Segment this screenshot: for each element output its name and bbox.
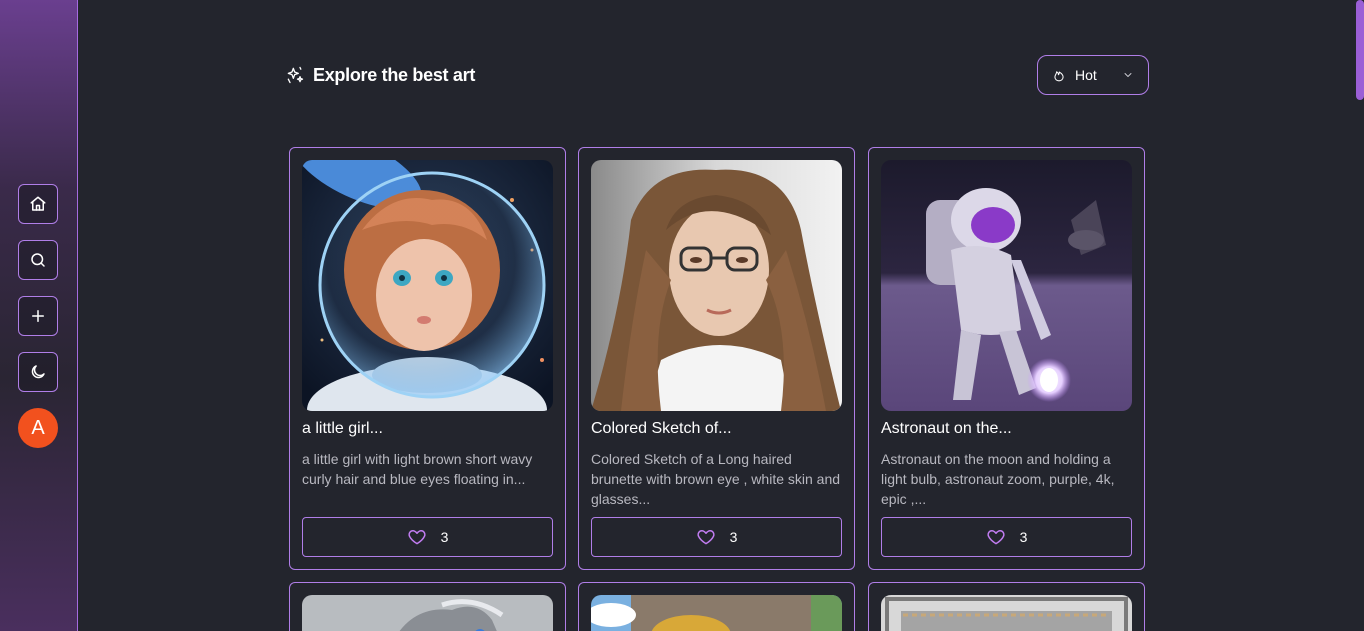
avatar[interactable]: A: [18, 408, 58, 448]
card-description: Colored Sketch of a Long haired brunette…: [591, 451, 841, 507]
like-count: 3: [729, 529, 738, 545]
heart-icon: [697, 530, 715, 545]
art-card[interactable]: [868, 582, 1145, 631]
art-image[interactable]: [881, 595, 1132, 631]
card-description: Astronaut on the moon and holding a ligh…: [881, 451, 1115, 507]
sidebar-item-create[interactable]: [18, 296, 58, 336]
search-icon: [31, 253, 45, 267]
like-count: 3: [440, 529, 449, 545]
chevron-down-icon: [1122, 69, 1134, 81]
art-image[interactable]: [302, 595, 553, 631]
home-icon: [30, 196, 46, 211]
heart-icon: [987, 530, 1005, 545]
page-title-text: Explore the best art: [313, 64, 476, 85]
heart-icon: [408, 530, 426, 545]
like-button[interactable]: 3: [302, 517, 553, 557]
card-description: a little girl with light brown short wav…: [302, 451, 533, 487]
sidebar-item-theme[interactable]: [18, 352, 58, 392]
art-card[interactable]: a little girl... a little girl with ligh…: [289, 147, 566, 570]
page-title: Explore the best art: [285, 62, 475, 88]
card-title: Astronaut on the...: [881, 420, 1012, 437]
like-button[interactable]: 3: [881, 517, 1132, 557]
art-card[interactable]: [578, 582, 855, 631]
card-title: Colored Sketch of...: [591, 420, 732, 437]
sparkles-icon: [287, 66, 304, 84]
flame-icon: [1052, 68, 1066, 82]
card-title: a little girl...: [302, 420, 383, 437]
art-image[interactable]: [591, 595, 842, 631]
art-card[interactable]: Colored Sketch of... Colored Sketch of a…: [578, 147, 855, 570]
like-count: 3: [1019, 529, 1028, 545]
like-button[interactable]: 3: [591, 517, 842, 557]
sidebar: A: [0, 0, 78, 631]
sidebar-item-home[interactable]: [18, 184, 58, 224]
art-card[interactable]: [289, 582, 566, 631]
sidebar-item-search[interactable]: [18, 240, 58, 280]
sort-selected-value: Hot: [1075, 67, 1097, 83]
art-image[interactable]: [591, 160, 842, 411]
scrollbar-thumb[interactable]: [1356, 0, 1364, 100]
plus-icon: [32, 310, 44, 322]
sort-dropdown[interactable]: Hot: [1037, 55, 1149, 95]
art-card[interactable]: Astronaut on the... Astronaut on the moo…: [868, 147, 1145, 570]
moon-icon: [31, 365, 45, 379]
art-image[interactable]: [881, 160, 1132, 411]
art-image[interactable]: [302, 160, 553, 411]
